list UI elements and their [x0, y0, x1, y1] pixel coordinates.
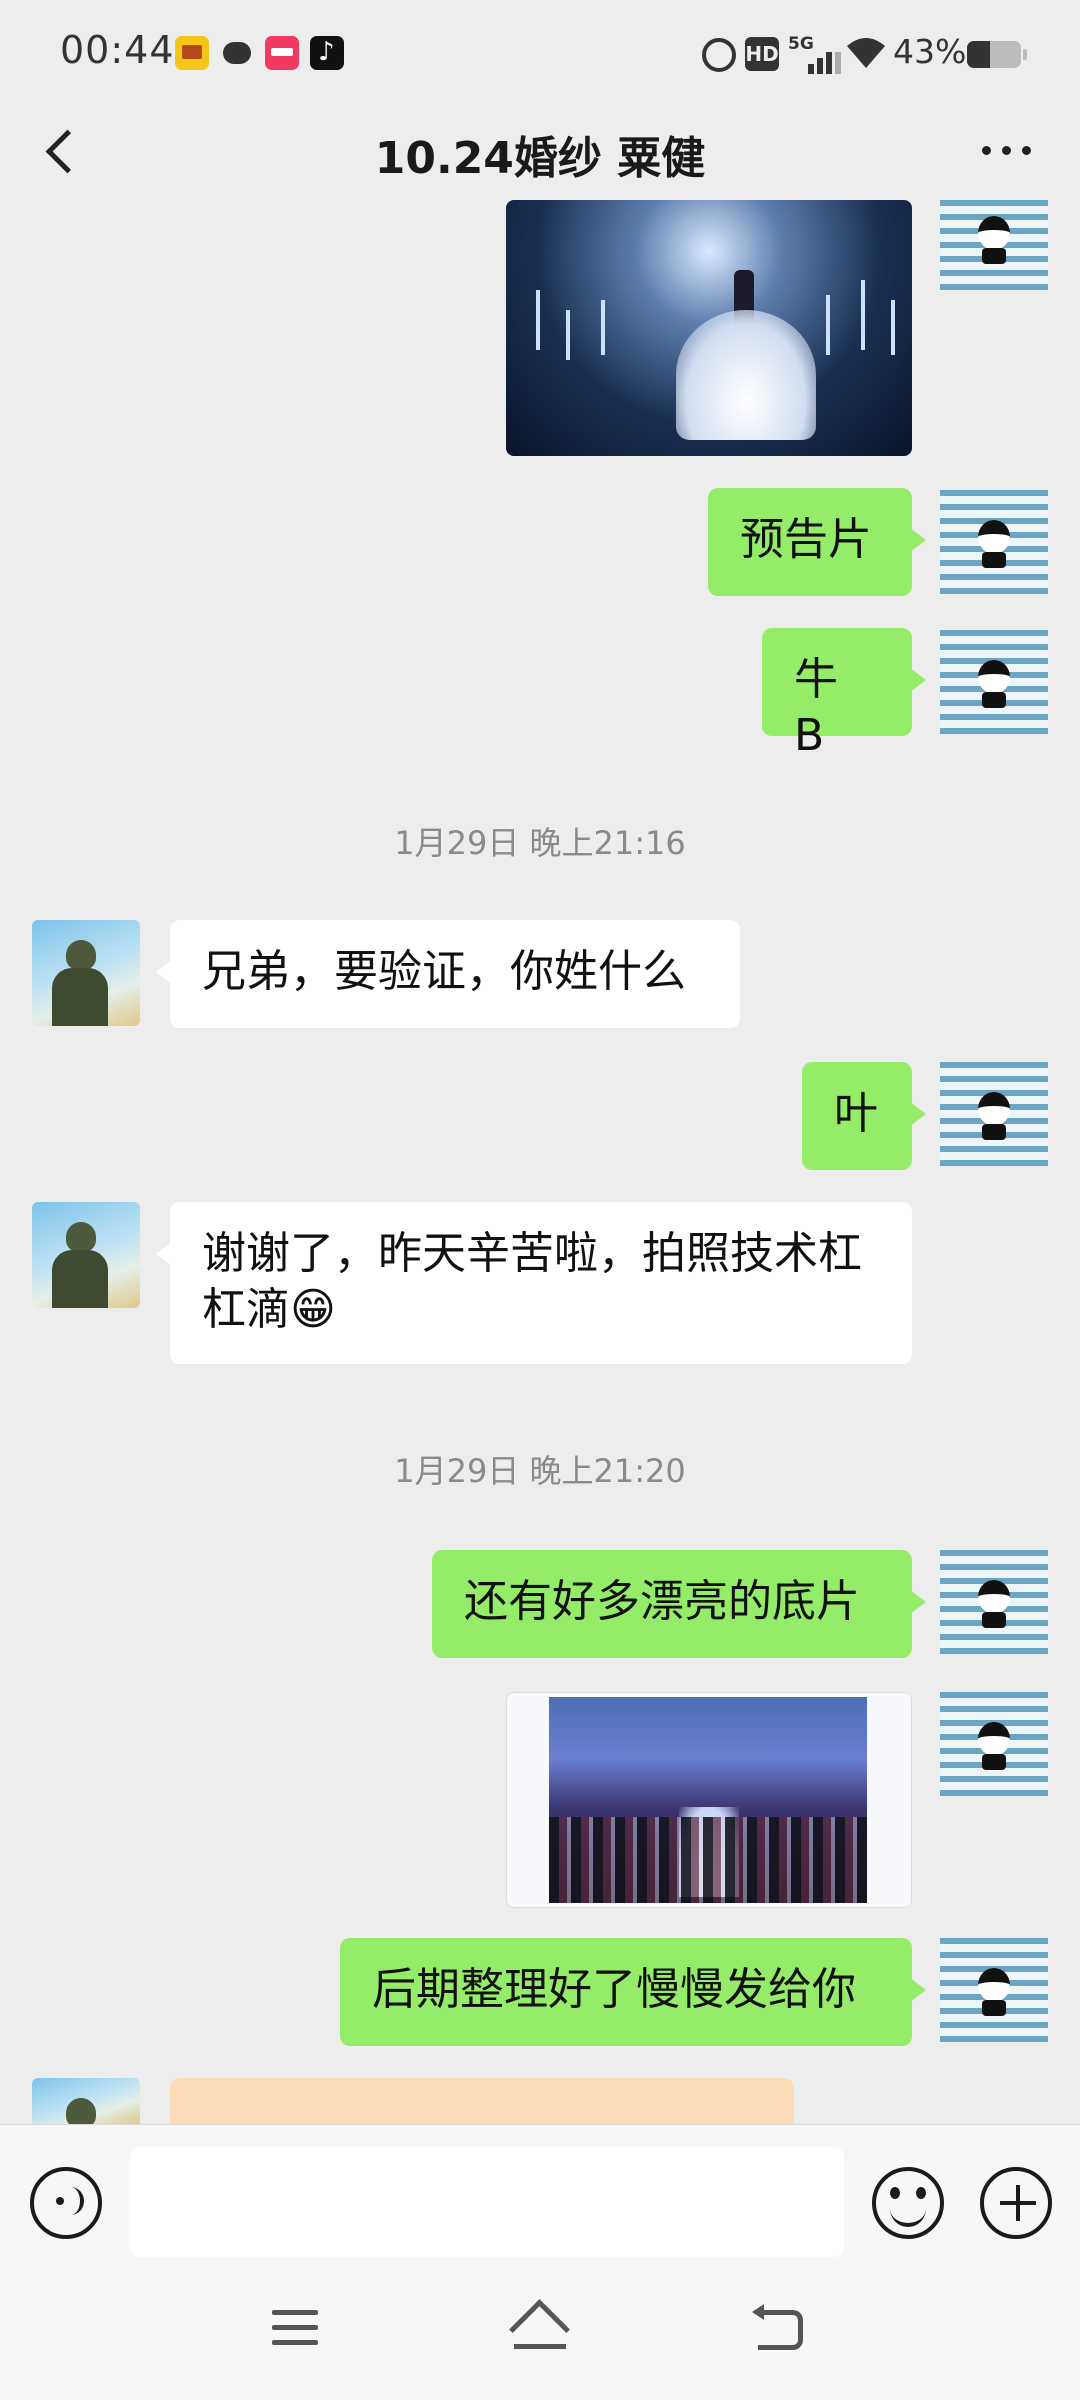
dot-icon — [982, 146, 991, 155]
chat-title: 10.24婚纱 粟健 — [374, 133, 706, 184]
more-actions-button[interactable] — [980, 2167, 1052, 2239]
my-avatar[interactable] — [940, 1938, 1048, 2042]
message-bubble-icon — [220, 36, 254, 70]
battery-icon — [967, 41, 1027, 68]
message-bubble-received[interactable]: 谢谢了，昨天辛苦啦，拍照技术杠杠滴😁 — [156, 1202, 912, 1364]
message-bubble-sent[interactable]: 预告片 — [708, 488, 926, 596]
message-timestamp: 1月29日 晚上21:16 — [394, 824, 686, 862]
wifi-icon — [847, 38, 885, 68]
message-bubble-sent[interactable]: 叶 — [802, 1062, 926, 1170]
more-options-button[interactable] — [980, 140, 1040, 160]
recent-apps-button[interactable] — [272, 2310, 328, 2350]
input-bar — [0, 2124, 1080, 2262]
battery-percent: 43% — [893, 32, 967, 71]
system-nav-bar — [0, 2262, 1080, 2400]
message-bubble-sent[interactable]: 后期整理好了慢慢发给你 — [340, 1938, 926, 2046]
contact-avatar[interactable] — [32, 920, 140, 1026]
home-button[interactable] — [508, 2300, 572, 2354]
emoji-button[interactable] — [872, 2167, 944, 2239]
message-input[interactable] — [130, 2147, 844, 2257]
message-timestamp: 1月29日 晚上21:20 — [394, 1452, 686, 1490]
dot-icon — [1002, 146, 1011, 155]
voice-input-button[interactable] — [30, 2167, 102, 2239]
signal-label: 5G — [788, 34, 814, 54]
hd-icon: HD — [745, 37, 779, 71]
contact-avatar[interactable] — [32, 1202, 140, 1308]
my-avatar[interactable] — [940, 630, 1048, 734]
contact-avatar[interactable] — [32, 2078, 140, 2124]
message-bubble-received[interactable]: 兄弟，要验证，你姓什么 — [156, 920, 740, 1028]
chat-header: 10.24婚纱 粟健 — [0, 100, 1080, 210]
tiktok-icon — [310, 36, 344, 70]
red-app-icon — [265, 36, 299, 70]
status-time: 00:44 — [60, 28, 175, 72]
transfer-card[interactable] — [170, 2078, 794, 2124]
photo-figure — [676, 310, 816, 440]
message-bubble-sent[interactable]: 还有好多漂亮的底片 — [432, 1550, 926, 1658]
my-avatar[interactable] — [940, 200, 1048, 290]
battery-fill — [967, 41, 991, 68]
status-bar: 00:44 HD 5G 43% — [0, 0, 1080, 100]
my-avatar[interactable] — [940, 1550, 1048, 1654]
my-avatar[interactable] — [940, 490, 1048, 594]
system-back-button[interactable] — [752, 2304, 808, 2352]
alarm-icon — [702, 38, 736, 72]
5g-signal-icon: 5G — [788, 34, 841, 74]
message-image[interactable] — [506, 200, 912, 456]
my-avatar[interactable] — [940, 1692, 1048, 1796]
dot-icon — [1022, 146, 1031, 155]
message-bubble-sent[interactable]: 牛 B — [762, 628, 926, 761]
my-avatar[interactable] — [940, 1062, 1048, 1166]
yellow-app-icon — [175, 36, 209, 70]
message-image[interactable] — [506, 1692, 912, 1908]
photo-content — [549, 1697, 867, 1903]
